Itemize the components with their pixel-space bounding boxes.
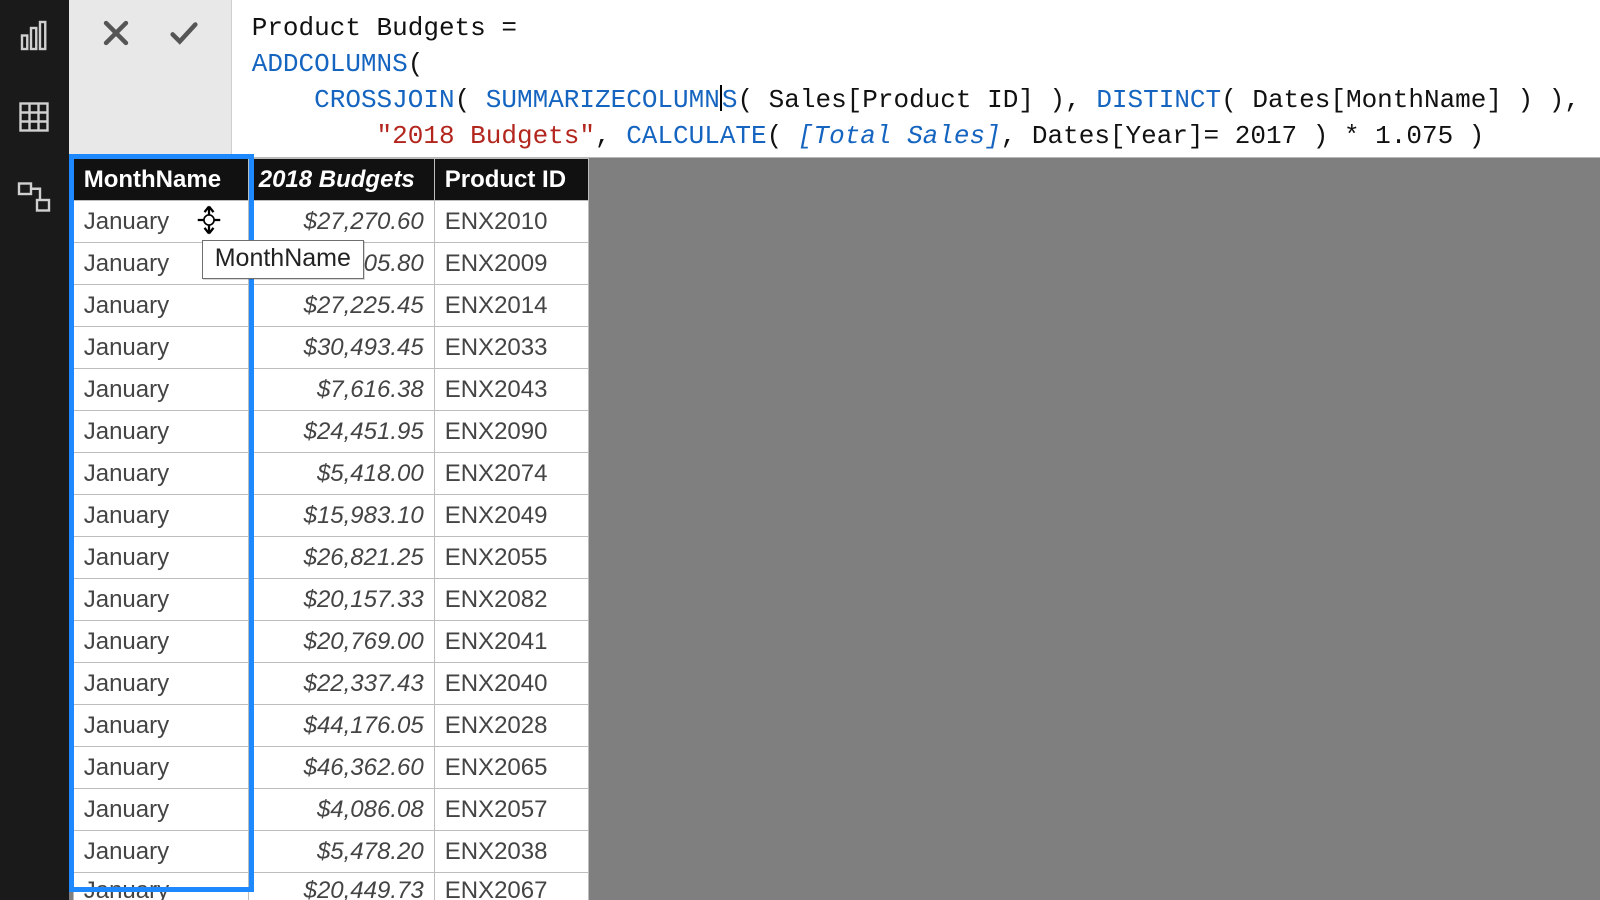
column-header-product-id[interactable]: Product ID <box>434 159 588 201</box>
table-row[interactable]: January$20,769.00ENX2041 <box>73 621 588 663</box>
table-row[interactable]: January$22,337.43ENX2040 <box>73 663 588 705</box>
cell-monthname[interactable]: January <box>73 537 248 579</box>
formula-editor[interactable]: Product Budgets = ADDCOLUMNS( CROSSJOIN(… <box>232 0 1600 157</box>
cell-product-id[interactable]: ENX2074 <box>434 453 588 495</box>
table-row[interactable]: January$46,362.60ENX2065 <box>73 747 588 789</box>
commit-formula-button[interactable] <box>163 12 205 54</box>
column-header-monthname[interactable]: MonthName <box>73 159 248 201</box>
data-grid-area: MonthName 2018 Budgets Product ID Januar… <box>69 158 1600 900</box>
cell-monthname[interactable]: January <box>73 747 248 789</box>
cell-product-id[interactable]: ENX2009 <box>434 243 588 285</box>
column-tooltip: MonthName <box>202 240 364 279</box>
cell-budget[interactable]: $44,176.05 <box>248 705 434 747</box>
model-view-button[interactable] <box>11 174 57 220</box>
cell-product-id[interactable]: ENX2057 <box>434 789 588 831</box>
column-header-2018-budgets[interactable]: 2018 Budgets <box>248 159 434 201</box>
cell-budget[interactable]: $30,493.45 <box>248 327 434 369</box>
table-row[interactable]: January$5,418.00ENX2074 <box>73 453 588 495</box>
table-row[interactable]: January$20,449.73ENX2067 <box>73 873 588 900</box>
cell-budget[interactable]: $20,449.73 <box>248 873 434 900</box>
cell-budget[interactable]: $22,337.43 <box>248 663 434 705</box>
cell-monthname[interactable]: January <box>73 201 248 243</box>
cell-product-id[interactable]: ENX2041 <box>434 621 588 663</box>
cell-product-id[interactable]: ENX2028 <box>434 705 588 747</box>
cell-budget[interactable]: $5,418.00 <box>248 453 434 495</box>
cell-budget[interactable]: $24,451.95 <box>248 411 434 453</box>
cell-budget[interactable]: $20,157.33 <box>248 579 434 621</box>
table-row[interactable]: January$24,451.95ENX2090 <box>73 411 588 453</box>
table-row[interactable]: January$44,176.05ENX2028 <box>73 705 588 747</box>
formula-bar: Product Budgets = ADDCOLUMNS( CROSSJOIN(… <box>69 0 1600 158</box>
formula-bar-buttons <box>69 0 232 157</box>
table-row[interactable]: January$27,225.45ENX2014 <box>73 285 588 327</box>
cell-product-id[interactable]: ENX2067 <box>434 873 588 900</box>
formula-text: Product Budgets = ADDCOLUMNS( CROSSJOIN(… <box>252 13 1580 151</box>
cancel-formula-button[interactable] <box>95 12 137 54</box>
cell-monthname[interactable]: January <box>73 621 248 663</box>
view-nav-rail <box>0 0 69 900</box>
cell-product-id[interactable]: ENX2065 <box>434 747 588 789</box>
cell-monthname[interactable]: January <box>73 579 248 621</box>
cell-monthname[interactable]: January <box>73 369 248 411</box>
cell-monthname[interactable]: January <box>73 831 248 873</box>
cell-budget[interactable]: $7,616.38 <box>248 369 434 411</box>
table-row[interactable]: January$26,821.25ENX2055 <box>73 537 588 579</box>
cell-budget[interactable]: $27,270.60 <box>248 201 434 243</box>
cell-monthname[interactable]: January <box>73 285 248 327</box>
cell-product-id[interactable]: ENX2014 <box>434 285 588 327</box>
table-row[interactable]: January$27,270.60ENX2010 <box>73 201 588 243</box>
cell-monthname[interactable]: January <box>73 873 248 900</box>
table-row[interactable]: January$15,983.10ENX2049 <box>73 495 588 537</box>
header-row: MonthName 2018 Budgets Product ID <box>73 159 588 201</box>
cell-monthname[interactable]: January <box>73 789 248 831</box>
data-view-button[interactable] <box>11 94 57 140</box>
main-area: Product Budgets = ADDCOLUMNS( CROSSJOIN(… <box>69 0 1600 900</box>
cell-monthname[interactable]: January <box>73 495 248 537</box>
cell-monthname[interactable]: January <box>73 327 248 369</box>
cell-budget[interactable]: $4,086.08 <box>248 789 434 831</box>
cell-monthname[interactable]: January <box>73 453 248 495</box>
cell-budget[interactable]: $5,478.20 <box>248 831 434 873</box>
cell-product-id[interactable]: ENX2043 <box>434 369 588 411</box>
report-view-button[interactable] <box>11 14 57 60</box>
cell-budget[interactable]: $27,225.45 <box>248 285 434 327</box>
table-row[interactable]: January$7,616.38ENX2043 <box>73 369 588 411</box>
cell-monthname[interactable]: January <box>73 663 248 705</box>
cell-product-id[interactable]: ENX2090 <box>434 411 588 453</box>
cell-product-id[interactable]: ENX2010 <box>434 201 588 243</box>
cell-product-id[interactable]: ENX2033 <box>434 327 588 369</box>
cell-product-id[interactable]: ENX2055 <box>434 537 588 579</box>
table-row[interactable]: January$30,493.45ENX2033 <box>73 327 588 369</box>
cell-product-id[interactable]: ENX2040 <box>434 663 588 705</box>
cell-budget[interactable]: $15,983.10 <box>248 495 434 537</box>
table-row[interactable]: January$20,157.33ENX2082 <box>73 579 588 621</box>
table-row[interactable]: January$5,478.20ENX2038 <box>73 831 588 873</box>
cell-product-id[interactable]: ENX2049 <box>434 495 588 537</box>
cell-monthname[interactable]: January <box>73 705 248 747</box>
cell-budget[interactable]: $20,769.00 <box>248 621 434 663</box>
cell-budget[interactable]: $26,821.25 <box>248 537 434 579</box>
cell-monthname[interactable]: January <box>73 411 248 453</box>
cell-product-id[interactable]: ENX2038 <box>434 831 588 873</box>
cell-product-id[interactable]: ENX2082 <box>434 579 588 621</box>
cell-budget[interactable]: $46,362.60 <box>248 747 434 789</box>
table-row[interactable]: January$4,086.08ENX2057 <box>73 789 588 831</box>
